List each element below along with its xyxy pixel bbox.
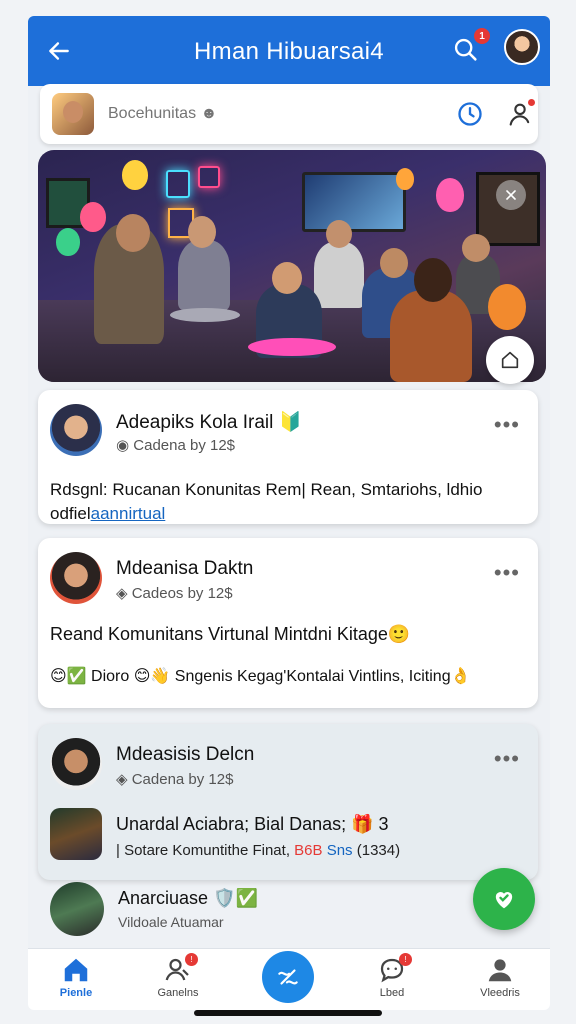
person-head [380, 248, 408, 278]
post-link[interactable]: aannirtual [91, 504, 166, 523]
nav-label: Pienle [59, 987, 93, 999]
person-figure [314, 242, 364, 308]
home-icon [60, 955, 92, 985]
post-link-line: odfielaannirtual [50, 504, 165, 524]
event-meta-red: B6B [294, 842, 323, 859]
heart-check-icon [495, 892, 513, 909]
more-options-icon[interactable]: ••• [494, 412, 520, 438]
profile-icon [484, 955, 516, 985]
person-head [326, 220, 352, 248]
top-app-bar: Hman Hibuarsai4 1 [28, 16, 550, 86]
nav-chat[interactable]: ! Lbed [352, 953, 432, 999]
phone-screen: Hman Hibuarsai4 1 Bocehunitas ☻ Adeapiks… [28, 16, 550, 1010]
bottom-navigation: Pienle ! Ganelns ! Lbed Vleedris [28, 948, 550, 1010]
person-figure [178, 240, 230, 310]
list-item-sub: Vildoale Atuamar [118, 914, 224, 930]
event-title[interactable]: Unardal Aciabra; Bial Danas; 🎁 3 [116, 814, 389, 835]
home-indicator[interactable] [194, 1010, 382, 1016]
table [248, 338, 336, 356]
more-options-icon[interactable]: ••• [494, 746, 520, 772]
post-meta: ◈ Cadeos by 12$ [116, 584, 233, 602]
hero-image[interactable] [38, 150, 546, 382]
post-meta-text: Cadeos by 12$ [131, 585, 233, 602]
people-icon: ! [162, 953, 198, 985]
post-card[interactable]: Mdeanisa Daktn ◈ Cadeos by 12$ ••• Reand… [38, 538, 538, 708]
table [170, 308, 240, 322]
close-button[interactable] [496, 180, 526, 210]
post-author[interactable]: Mdeasisis Delcn [116, 744, 254, 766]
person-head [272, 262, 302, 294]
post-meta-text: Cadena by 12$ [133, 437, 236, 454]
event-meta-prefix: | Sotare Komuntithe Finat, [116, 842, 290, 859]
avatar[interactable] [50, 738, 102, 790]
post-meta-text: Cadena by 12$ [131, 771, 234, 788]
user-avatar[interactable] [52, 93, 94, 135]
nav-label: Vleedris [480, 987, 520, 999]
post-author[interactable]: Adeapiks Kola Irail 🔰 [116, 410, 302, 434]
globe-icon: ◉ [116, 437, 134, 454]
person-figure [390, 290, 472, 382]
clock-icon [458, 102, 482, 126]
nav-people[interactable]: ! Ganelns [138, 953, 218, 999]
more-options-icon[interactable]: ••• [494, 560, 520, 586]
person-head [462, 234, 490, 262]
compose-icon [262, 951, 314, 1003]
mascot [488, 284, 526, 330]
search-bar [40, 84, 538, 144]
nav-profile[interactable]: Vleedris [460, 955, 540, 999]
post-card[interactable]: Adeapiks Kola Irail 🔰 ◉ Cadena by 12$ ••… [38, 390, 538, 524]
search-input[interactable] [108, 102, 358, 126]
nav-badge: ! [185, 953, 198, 966]
wall-screen [302, 172, 406, 232]
post-author[interactable]: Mdeanisa Daktn [116, 558, 253, 580]
post-card[interactable]: Mdeasisis Delcn ◈ Cadena by 12$ ••• Unar… [38, 724, 538, 880]
balloon [122, 160, 148, 190]
event-thumbnail[interactable] [50, 808, 102, 860]
nav-home[interactable]: Pienle [36, 955, 116, 999]
home-shortcut-button[interactable] [486, 336, 534, 384]
avatar[interactable] [50, 882, 104, 936]
person-head [188, 216, 216, 248]
post-body: Rdsgnl: Rucanan Konunitas Rem| Rean, Smt… [50, 480, 483, 499]
floating-action-button[interactable] [473, 868, 535, 930]
history-button[interactable] [456, 100, 484, 128]
balloon [80, 202, 106, 232]
balloon [396, 168, 414, 190]
avatar[interactable] [50, 552, 102, 604]
avatar[interactable] [504, 29, 540, 65]
person-head [414, 258, 452, 302]
event-meta: | Sotare Komuntithe Finat, B6B Sns (1334… [116, 842, 400, 859]
neon-sign [166, 170, 190, 198]
shield-icon: ◈ [116, 585, 132, 602]
balloon [436, 178, 464, 212]
new-dot [528, 99, 535, 106]
nav-label: Lbed [379, 987, 405, 999]
notification-badge: 1 [474, 28, 490, 44]
avatar[interactable] [50, 404, 102, 456]
post-reactions[interactable]: 😊✅ Dioro 😊👋 Sngenis Kegag'Kontalai Vintl… [50, 666, 471, 686]
post-title: Reand Komunitans Virtunal Mintdni Kitage… [50, 624, 411, 644]
balloon [56, 228, 80, 256]
chat-icon: ! [376, 953, 412, 985]
post-meta: ◉ Cadena by 12$ [116, 436, 235, 454]
event-count: (1334) [356, 842, 401, 859]
shield-icon: ◈ [116, 771, 132, 788]
list-item-name[interactable]: Anarciuase 🛡️✅ [118, 888, 258, 909]
event-tag[interactable]: Sns [327, 842, 353, 859]
person-head [116, 214, 150, 252]
home-icon [501, 351, 519, 369]
post-link-prefix: odfiel [50, 504, 91, 523]
nav-badge: ! [399, 953, 412, 966]
neon-sign [198, 166, 220, 188]
nav-label: Ganelns [157, 987, 199, 999]
post-meta: ◈ Cadena by 12$ [116, 770, 233, 788]
nav-compose[interactable] [248, 949, 328, 1003]
close-icon [506, 190, 516, 200]
